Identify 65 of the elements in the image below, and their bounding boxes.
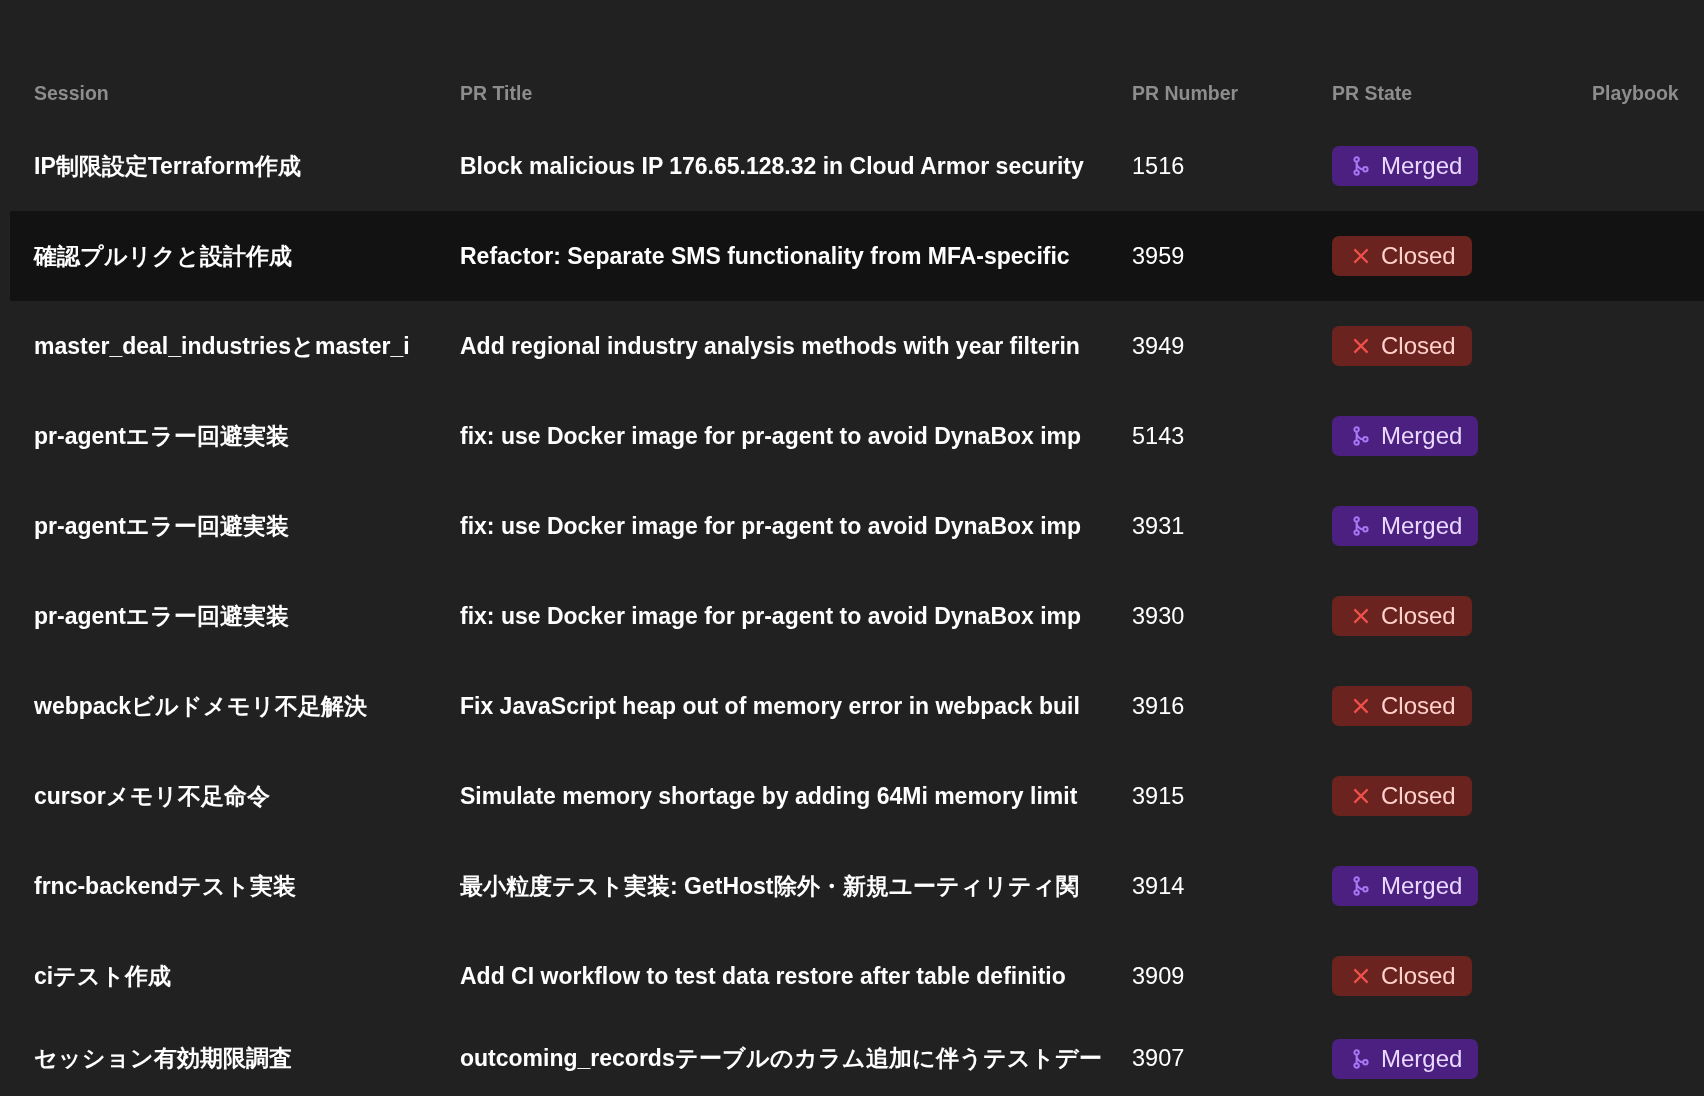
state-badge: Merged bbox=[1332, 146, 1479, 186]
pr-number-cell-text: 3959 bbox=[1132, 242, 1186, 270]
state-badge: Closed bbox=[1332, 326, 1472, 366]
state-badge: Closed bbox=[1332, 956, 1472, 996]
merge-icon bbox=[1350, 875, 1372, 897]
state-badge: Closed bbox=[1332, 596, 1472, 636]
session-cell-text: pr-agentエラー回避実装 bbox=[34, 601, 290, 631]
pr-number-cell-text: 3930 bbox=[1132, 602, 1186, 630]
pr-title-cell-text: outcoming_recordsテーブルのカラム追加に伴うテストデー bbox=[460, 1044, 1103, 1073]
table-row[interactable]: cursorメモリ不足命令 Simulate memory shortage by adding 64Mi memory limit 3915 Closed bbox=[10, 751, 1704, 841]
pr-title-cell-text: Add CI workflow to test data restore after table definitio bbox=[460, 962, 1067, 990]
session-cell-text: セッション有効期限調査 bbox=[34, 1044, 293, 1073]
pr-title-cell-text: fix: use Docker image for pr-agent to avoid DynaBox imp bbox=[460, 602, 1083, 630]
pr-title-cell-text: Simulate memory shortage by adding 64Mi memory limit bbox=[460, 782, 1079, 810]
session-cell-text: frnc-backendテスト実装 bbox=[34, 871, 298, 901]
merge-icon bbox=[1350, 1047, 1372, 1070]
pr-title-cell-text: 最小粒度テスト実装: GetHost除外・新規ユーティリティ関 bbox=[460, 871, 1080, 901]
table-row[interactable]: pr-agentエラー回避実装 fix: use Docker image for pr-agent to avoid DynaBox imp 3931 Merged bbox=[10, 481, 1704, 571]
pr-number-cell-text: 3909 bbox=[1132, 962, 1186, 990]
pr-number-cell-text: 3931 bbox=[1132, 512, 1186, 540]
state-badge: Merged bbox=[1332, 416, 1479, 456]
column-header: PR Title bbox=[460, 82, 534, 105]
state-badge: Merged bbox=[1332, 506, 1479, 546]
pr-title-cell-text: Refactor: Separate SMS functionality from MFA-specific bbox=[460, 242, 1071, 270]
column-header: PR Number bbox=[1132, 82, 1240, 105]
column-header: PR State bbox=[1332, 82, 1414, 105]
merge-icon bbox=[1350, 515, 1372, 537]
table-row[interactable]: master_deal_industriesとmaster_i Add regional industry analysis methods with year filterin 3949 Closed bbox=[10, 301, 1704, 391]
session-cell-text: IP制限設定Terraform作成 bbox=[34, 151, 302, 181]
session-cell-text: 確認プルリクと設計作成 bbox=[34, 241, 293, 271]
merge-icon bbox=[1350, 425, 1372, 447]
pr-number-cell-text: 3915 bbox=[1132, 782, 1186, 810]
column-header: Session bbox=[34, 82, 110, 105]
pr-title-cell-text: Fix JavaScript heap out of memory error in webpack buil bbox=[460, 692, 1081, 720]
table-row[interactable]: ciテスト作成 Add CI workflow to test data restore after table definitio 3909 Closed bbox=[10, 931, 1704, 1021]
table-row[interactable]: webpackビルドメモリ不足解決 Fix JavaScript heap out of memory error in webpack buil 3916 Closed bbox=[10, 661, 1704, 751]
session-cell-text: ciテスト作成 bbox=[34, 961, 173, 991]
session-cell-text: master_deal_industriesとmaster_i bbox=[34, 331, 411, 361]
table-row[interactable]: 確認プルリクと設計作成 Refactor: Separate SMS functionality from MFA-specific 3959 Closed bbox=[10, 211, 1704, 301]
pr-title-cell-text: Block malicious IP 176.65.128.32 in Cloud Armor security bbox=[460, 152, 1085, 180]
state-badge: Closed bbox=[1332, 686, 1472, 726]
state-badge: Merged bbox=[1332, 1038, 1479, 1079]
table-row[interactable]: セッション有効期限調査 outcoming_recordsテーブルのカラム追加に伴うテストデー 3907 Merged bbox=[10, 1021, 1704, 1096]
table-row[interactable]: frnc-backendテスト実装 最小粒度テスト実装: GetHost除外・新規ユーティリティ関 3914 Merged bbox=[10, 841, 1704, 931]
state-badge: Closed bbox=[1332, 776, 1472, 816]
pr-title-cell-text: Add regional industry analysis methods with year filterin bbox=[460, 332, 1081, 360]
pr-number-cell-text: 3907 bbox=[1132, 1045, 1186, 1072]
pr-number-cell-text: 3916 bbox=[1132, 692, 1186, 720]
pr-number-cell-text: 3914 bbox=[1132, 872, 1186, 900]
pr-number-cell-text: 1516 bbox=[1132, 152, 1186, 180]
column-header: Playbook bbox=[1592, 82, 1680, 105]
session-cell-text: pr-agentエラー回避実装 bbox=[34, 511, 290, 541]
table-row[interactable]: pr-agentエラー回避実装 fix: use Docker image for pr-agent to avoid DynaBox imp 3930 Closed bbox=[10, 571, 1704, 661]
merge-icon bbox=[1350, 155, 1372, 177]
pr-number-cell-text: 3949 bbox=[1132, 332, 1186, 360]
table-row[interactable]: IP制限設定Terraform作成 Block malicious IP 176.65.128.32 in Cloud Armor security 1516 Merged bbox=[10, 121, 1704, 211]
pr-title-cell-text: fix: use Docker image for pr-agent to avoid DynaBox imp bbox=[460, 512, 1083, 540]
state-badge: Merged bbox=[1332, 866, 1479, 906]
session-cell-text: cursorメモリ不足命令 bbox=[34, 781, 271, 811]
pr-title-cell-text: fix: use Docker image for pr-agent to avoid DynaBox imp bbox=[460, 422, 1083, 450]
state-badge: Closed bbox=[1332, 236, 1472, 276]
session-cell-text: webpackビルドメモリ不足解決 bbox=[34, 691, 369, 721]
table-row[interactable]: pr-agentエラー回避実装 fix: use Docker image for pr-agent to avoid DynaBox imp 5143 Merged bbox=[10, 391, 1704, 481]
session-cell-text: pr-agentエラー回避実装 bbox=[34, 421, 290, 451]
pr-number-cell-text: 5143 bbox=[1132, 422, 1186, 450]
